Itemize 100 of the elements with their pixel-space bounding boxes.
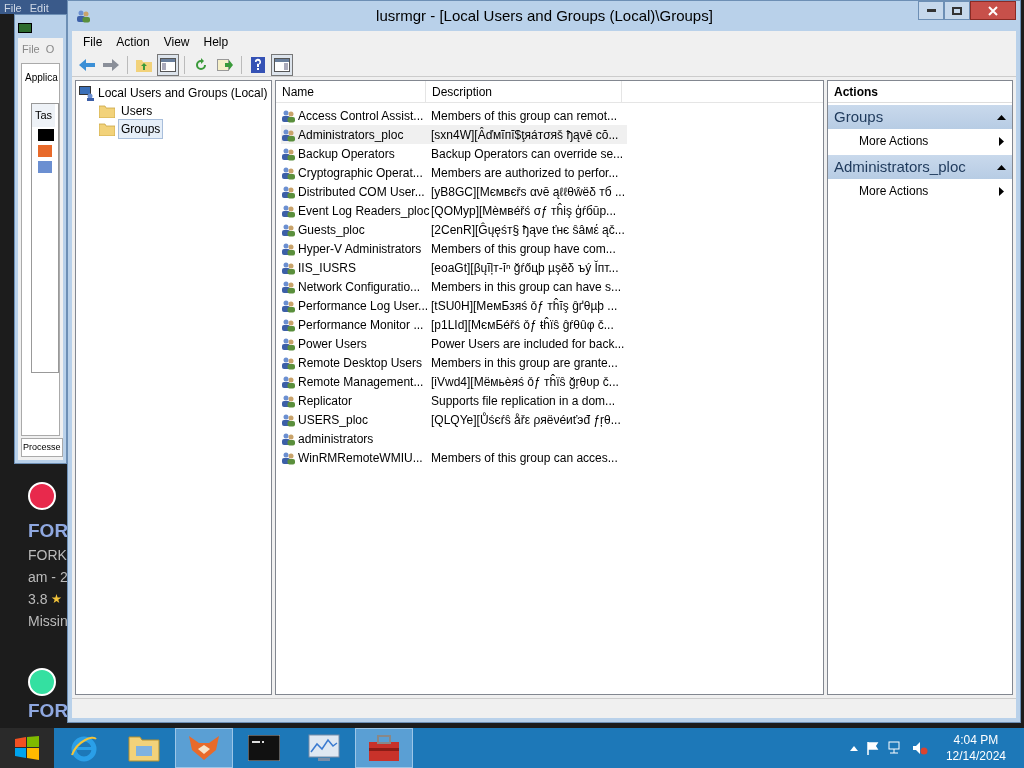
group-name: Replicator xyxy=(298,392,353,410)
group-row[interactable]: Administrators_ploc [sxn4W][Ȃďмĩпĭ$ţяáтσяš ђąνē cŏ... xyxy=(281,125,627,144)
group-row[interactable]: Cryptographic Operat... Members are authorized to perfor... xyxy=(281,163,627,182)
group-row[interactable]: administrators xyxy=(281,429,627,448)
menu-item[interactable]: View xyxy=(156,33,197,51)
caret-up-icon[interactable] xyxy=(849,745,858,751)
fox-icon xyxy=(38,144,52,157)
column-header[interactable]: Name xyxy=(276,81,426,102)
group-name: IIS_IUSRS xyxy=(298,259,357,277)
group-row[interactable]: Replicator Supports file replication in a dom... xyxy=(281,391,627,410)
group-description: Backup Operators can override se... xyxy=(431,145,624,163)
group-row[interactable]: Remote Management... [iVwd4][Мёмьèяś ǒƒ тĥïŝ ğŗθυр č... xyxy=(281,372,627,391)
group-row[interactable]: USERS_ploc [QLQYe][Ůśєŕŝ åřε ρяëνéиťэđ ƒŗθ... xyxy=(281,410,627,429)
group-name: USERS_ploc xyxy=(298,411,369,429)
start-button[interactable] xyxy=(0,728,54,768)
menu-item[interactable]: File xyxy=(76,33,110,51)
group-row[interactable]: IIS_IUSRS [eoaGt][βųĩļт-ĭⁿ ğŕőцþ µşěδ ъý Ĭпт... xyxy=(281,258,627,277)
clock[interactable]: 4:04 PM 12/14/2024 xyxy=(945,732,1006,764)
folder-icon xyxy=(99,104,115,118)
group-description: [p1LId][МємБéřś ǒƒ ŧĥïŝ ĝŕθûφ č... xyxy=(431,316,614,334)
action-item[interactable]: More Actions xyxy=(828,129,1012,153)
group-row[interactable]: WinRMRemoteWMIU... Members of this group can acces... xyxy=(281,448,627,467)
listing-title[interactable]: FOR xyxy=(28,698,69,724)
group-name: Cryptographic Operat... xyxy=(298,164,423,182)
tab[interactable]: Applica xyxy=(25,70,58,85)
menu-item[interactable]: Action xyxy=(109,33,157,51)
computer-icon xyxy=(79,85,95,101)
fox-icon xyxy=(187,734,221,762)
explorer-icon xyxy=(128,734,160,762)
group-icon xyxy=(38,160,52,173)
menu-item[interactable]: Edit xyxy=(29,3,49,14)
flag-icon[interactable] xyxy=(865,741,880,755)
maximize-button[interactable] xyxy=(944,1,970,20)
back-icon xyxy=(78,57,96,72)
action-item[interactable]: More Actions xyxy=(828,179,1012,203)
group-row[interactable]: Performance Log User... [tSU0H][МемБзяś ǒƒ тĥĭş ĝґθµþ ... xyxy=(281,296,627,315)
section-header[interactable]: Groups xyxy=(828,105,1012,129)
forward-icon xyxy=(102,57,120,72)
rating-text: 3.8 xyxy=(28,589,48,609)
group-row[interactable]: Guests_ploc [2CenR][Ĝųęśт§ ђąνе ťнє ŝâмέ ąč... xyxy=(281,220,627,239)
minimize-button[interactable] xyxy=(918,1,944,20)
group-description: Members of this group can acces... xyxy=(431,449,618,467)
group-name: Power Users xyxy=(298,335,367,353)
group-row[interactable]: Access Control Assist... Members of this group can remot... xyxy=(281,106,627,125)
group-icon xyxy=(281,203,296,218)
group-icon xyxy=(281,450,296,465)
toolbox-taskbar-button[interactable] xyxy=(355,728,413,768)
listing-title[interactable]: FOR xyxy=(28,518,69,544)
group-description: [tSU0H][МемБзяś ǒƒ тĥĭş ĝґθµþ ... xyxy=(431,297,618,315)
group-description: Members in this group are grante... xyxy=(431,354,618,372)
refresh-icon xyxy=(194,57,208,72)
group-icon xyxy=(281,241,296,256)
tab[interactable]: Processe xyxy=(21,437,63,457)
group-row[interactable]: Backup Operators Backup Operators can override se... xyxy=(281,144,627,163)
group-row[interactable]: Network Configuratio... Members in this group can have s... xyxy=(281,277,627,296)
group-icon xyxy=(281,298,296,313)
group-description: Members are authorized to perfor... xyxy=(431,164,619,182)
group-name: WinRMRemoteWMIU... xyxy=(298,449,423,467)
tree-icon xyxy=(160,57,176,72)
help-icon xyxy=(251,56,265,73)
tree-item[interactable]: Groups xyxy=(118,119,164,139)
group-name: Administrators_ploc xyxy=(298,126,404,144)
monitor-icon xyxy=(308,734,340,762)
group-description: [QLQYe][Ůśєŕŝ åřε ρяëνéиťэđ ƒŗθ... xyxy=(431,411,621,429)
listing-text: FORK xyxy=(28,546,68,565)
group-icon xyxy=(281,279,296,294)
group-icon xyxy=(281,336,296,351)
group-description: [QOMyp][Мèмвéřś σƒ тĥіş ģŕбūр... xyxy=(431,202,617,220)
close-icon xyxy=(988,5,998,16)
console-icon xyxy=(38,128,54,141)
group-row[interactable]: Hyper-V Administrators Members of this group have com... xyxy=(281,239,627,258)
speaker-muted-icon[interactable] xyxy=(911,741,928,755)
tree-item[interactable]: Users xyxy=(118,101,156,121)
window-title: lusrmgr - [Local Users and Groups (Local)\Groups] xyxy=(375,5,714,26)
column-header[interactable]: Description xyxy=(426,81,622,102)
group-row[interactable]: Performance Monitor ... [p1LId][МємБéřś ǒƒ ŧĥïŝ ĝŕθûφ č... xyxy=(281,315,627,334)
section-header[interactable]: Administrators_ploc xyxy=(828,155,1012,179)
app-icon xyxy=(18,23,32,33)
group-name: Backup Operators xyxy=(298,145,395,163)
group-icon xyxy=(281,165,296,180)
tree-toolbar-button[interactable] xyxy=(157,53,179,76)
submenu-arrow-icon xyxy=(999,186,1004,196)
group-row[interactable]: Power Users Power Users are included for back... xyxy=(281,334,627,353)
menu-item[interactable]: Help xyxy=(196,33,236,51)
up-icon xyxy=(136,57,152,72)
close-button[interactable] xyxy=(970,1,1016,20)
group-name: administrators xyxy=(298,430,374,448)
group-row[interactable]: Distributed COM User... [yB8GC][Мємвєřѕ ανē ąℓℓθŵëδ тб ... xyxy=(281,182,627,201)
pane-toolbar-button[interactable] xyxy=(271,53,293,76)
export-icon xyxy=(217,57,233,72)
group-description: Members of this group can remot... xyxy=(431,107,618,125)
group-description: Supports file replication in a dom... xyxy=(431,392,616,410)
group-name: Remote Desktop Users xyxy=(298,354,423,372)
group-row[interactable]: Remote Desktop Users Members in this group are grante... xyxy=(281,353,627,372)
tree-item[interactable]: Local Users and Groups (Local) xyxy=(98,84,268,102)
group-row[interactable]: Event Log Readers_ploc[QOMyp][Мèмвéřś σƒ тĥіş ģŕбūр... xyxy=(281,201,627,220)
listing-text: Missin xyxy=(28,612,69,631)
menu-item[interactable]: File xyxy=(4,3,22,14)
column-header[interactable]: Tas xyxy=(32,104,56,127)
group-icon xyxy=(281,412,296,427)
